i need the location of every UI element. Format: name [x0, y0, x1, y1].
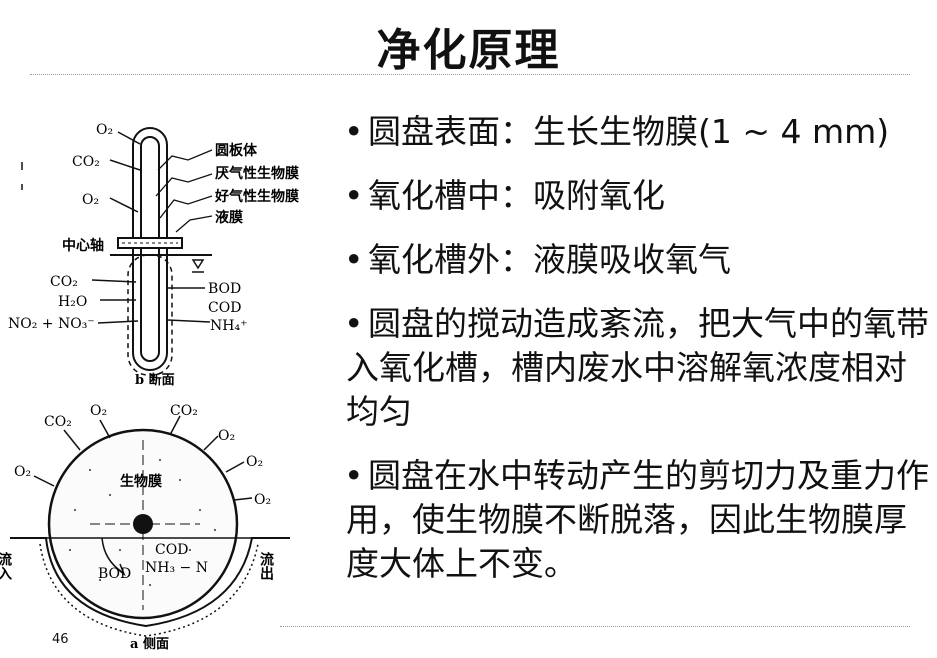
bullet-dot: •: [344, 240, 364, 279]
arrow-nh4: [167, 319, 211, 323]
label-co2-2: CO₂: [170, 403, 198, 419]
label-liquid: 液膜: [215, 209, 243, 226]
label-co2-1: CO₂: [44, 414, 72, 430]
bullet-dot: •: [344, 456, 364, 495]
label-o2-left: O₂: [14, 464, 31, 480]
label-h2o: H₂O: [58, 294, 87, 310]
leader-anaerobic: [155, 173, 213, 197]
bullet-item: • 圆盘表面：生长生物膜(1 ~ 4 mm): [344, 110, 931, 154]
center-axle: [133, 514, 153, 534]
bullet-text: 氧化槽外：液膜吸收氧气: [368, 240, 731, 279]
label-nh4: NH₄⁺: [210, 318, 247, 334]
bullet-list: • 圆盘表面：生长生物膜(1 ~ 4 mm) • 氧化槽中：吸附氧化 • 氧化槽…: [344, 110, 931, 606]
page-number: 46: [52, 632, 69, 647]
bullet-item: • 圆盘的搅动造成紊流，把大气中的氧带入氧化槽，槽内废水中溶解氧浓度相对均匀: [344, 302, 931, 434]
label-o2-3: O₂: [246, 454, 263, 470]
bullet-text: 圆盘的搅动造成紊流，把大气中的氧带入氧化槽，槽内废水中溶解氧浓度相对均匀: [346, 304, 929, 431]
footer-divider: [280, 626, 910, 627]
label-no: NO₂ + NO₃⁻: [8, 316, 95, 332]
title-divider: [30, 74, 910, 75]
bullet-dot: •: [344, 304, 364, 343]
bullet-item: • 氧化槽中：吸附氧化: [344, 174, 931, 218]
bullet-item: • 氧化槽外：液膜吸收氧气: [344, 238, 931, 282]
caption-a: a 侧面: [130, 636, 169, 650]
label-bod: BOD: [98, 566, 131, 582]
label-cod: COD: [155, 542, 188, 558]
label-o2-4: O₂: [254, 492, 271, 508]
label-biofilm: 生物膜: [120, 473, 162, 490]
label-anaerobic: 厌气性生物膜: [215, 165, 299, 182]
leader-liquid: [175, 215, 213, 233]
caption-b: b 断面: [135, 372, 175, 388]
arrow-o2-2: [203, 435, 219, 451]
arrow-o2-4: [233, 497, 253, 501]
bullet-text: 圆盘在水中转动产生的剪切力及重力作用，使生物膜不断脱落，因此生物膜厚度大体上不变…: [346, 456, 929, 583]
label-o2-top: O₂: [96, 122, 113, 138]
bullet-text: 氧化槽中：吸附氧化: [368, 176, 665, 215]
arrow-o2-3: [225, 461, 245, 473]
arrow-co2-1: [63, 429, 81, 451]
label-disk: 圆板体: [215, 142, 258, 159]
label-outflow: 流出: [258, 551, 274, 581]
bullet-text: 圆盘表面：生长生物膜(1 ~ 4 mm): [368, 112, 890, 151]
label-cod: COD: [208, 300, 241, 316]
label-co2-left: CO₂: [72, 154, 100, 170]
label-nh3n: NH₃ − N: [145, 560, 208, 576]
label-aerobic: 好气性生物膜: [214, 188, 299, 205]
bullet-item: • 圆盘在水中转动产生的剪切力及重力作用，使生物膜不断脱落，因此生物膜厚度大体上…: [344, 454, 931, 586]
diagram-side-view: CO₂ O₂ CO₂ O₂ O₂ O₂ O₂ 生物膜 COD NH₃ − N B…: [0, 403, 290, 650]
arrow-o2-left: [33, 475, 55, 487]
arrow-co2-left: [109, 159, 141, 171]
label-o2-2: O₂: [218, 428, 235, 444]
bullet-dot: •: [344, 112, 364, 151]
label-axis: 中心轴: [62, 237, 104, 254]
label-co2-bottom: CO₂: [50, 274, 78, 290]
label-o2-left: O₂: [82, 192, 99, 208]
bullet-dot: •: [344, 176, 364, 215]
arrow-co2-bottom: [91, 279, 137, 283]
label-bod: BOD: [208, 281, 241, 297]
liquid-film: [127, 254, 173, 376]
page-title: 净化原理: [376, 25, 561, 76]
label-o2-1: O₂: [90, 403, 107, 419]
arrow-o2-1: [99, 419, 111, 439]
label-inflow: 流入: [0, 551, 12, 580]
water-level-icon: [191, 259, 205, 270]
